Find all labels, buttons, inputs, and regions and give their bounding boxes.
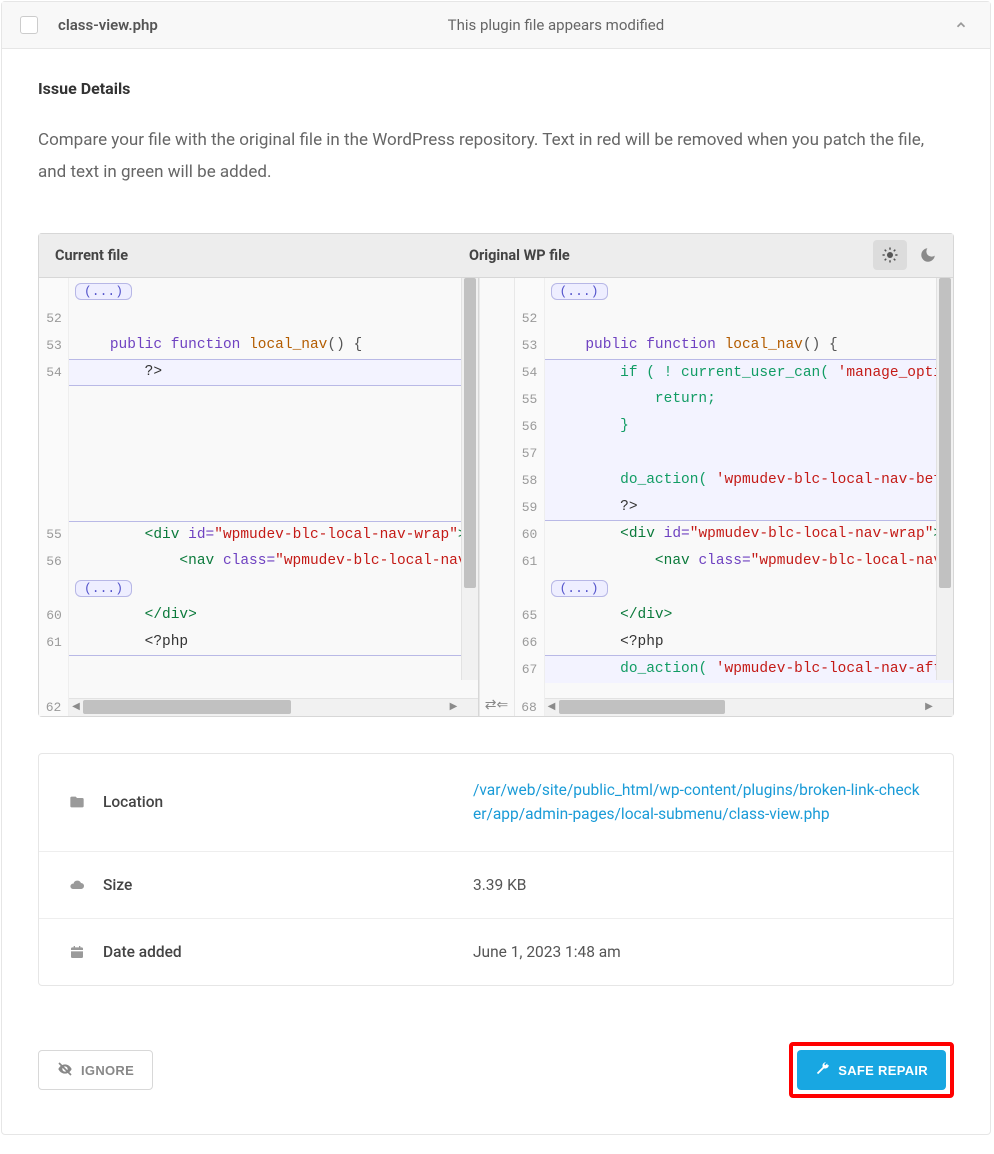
gutter-line: 59 [515,494,545,521]
scroll-left-icon[interactable]: ◀ [69,701,83,713]
vertical-scrollbar[interactable] [936,278,953,680]
safe-repair-button[interactable]: SAFE REPAIR [797,1050,946,1090]
gutter-line: 68 [515,698,545,716]
horizontal-scrollbar[interactable] [559,698,906,716]
gutter-line: 66 [515,629,545,656]
date-label: Date added [103,943,473,961]
code-token: ?> [145,364,162,380]
right-code-scroll[interactable]: (...) public function local_nav() { if (… [545,278,954,698]
modified-message: This plugin file appears modified [158,16,954,34]
scroll-left-icon[interactable]: ◀ [545,701,559,713]
gutter-line: 56 [515,413,545,440]
gutter-line: 60 [39,602,69,629]
detail-row-location: Location /var/web/site/public_html/wp-co… [39,754,953,853]
diff-left-title: Current file [55,247,128,264]
chevron-up-icon[interactable] [954,18,968,32]
gutter-line: 52 [39,305,69,332]
folder-icon [69,794,103,810]
ignore-button[interactable]: IGNORE [38,1050,153,1090]
gutter-line: 55 [515,386,545,413]
horizontal-scrollbar[interactable] [83,698,430,716]
fold-marker[interactable]: (...) [551,580,608,597]
light-theme-button[interactable] [873,240,907,270]
gutter-line: 65 [515,602,545,629]
gutter-line: 61 [39,629,69,656]
gutter-line: 60 [515,521,545,548]
wrench-icon [815,1061,830,1079]
diff-right-title: Original WP file [469,247,570,264]
issue-details-title: Issue Details [38,79,954,98]
gutter-line: 53 [39,332,69,359]
diff-sync-controls[interactable]: ⇄⇐ [479,278,515,716]
file-name: class-view.php [58,16,158,34]
fold-marker[interactable]: (...) [75,283,132,300]
dark-theme-button[interactable] [911,240,945,270]
eye-off-icon [57,1061,73,1080]
detail-row-date: Date added June 1, 2023 1:48 am [39,919,953,985]
file-details-table: Location /var/web/site/public_html/wp-co… [38,753,954,987]
diff-right-pane: 52 53 54 55 56 57 58 59 60 61 65 66 [515,278,954,716]
scroll-right-icon[interactable]: ▶ [447,701,461,713]
gutter-line: 58 [515,467,545,494]
fold-marker[interactable]: (...) [551,283,608,300]
gutter-line: 57 [515,440,545,467]
select-file-checkbox[interactable] [20,16,38,34]
size-value: 3.39 KB [473,876,923,894]
cloud-icon [69,877,103,893]
gutter-line: 54 [515,359,545,386]
diff-panel: Current file Original WP file 52 [38,233,954,717]
ignore-button-label: IGNORE [81,1063,134,1078]
gutter-line: 67 [515,656,545,683]
highlight-box: SAFE REPAIR [789,1042,954,1098]
gutter-line: 62 [39,698,69,716]
vertical-scrollbar[interactable] [461,278,478,680]
fold-marker[interactable]: (...) [75,580,132,597]
diff-left-pane: 52 53 54 55 56 60 61 (...) [39,278,479,716]
gutter-line: 55 [39,521,69,548]
left-code-scroll[interactable]: (...) public function local_nav() { ?> <… [69,278,478,698]
location-label: Location [103,793,473,811]
gutter-line: 53 [515,332,545,359]
calendar-icon [69,944,103,960]
gutter-line: 54 [39,359,69,386]
safe-repair-button-label: SAFE REPAIR [838,1063,928,1078]
location-value[interactable]: /var/web/site/public_html/wp-content/plu… [473,778,923,828]
accordion-header[interactable]: class-view.php This plugin file appears … [2,2,990,49]
gutter-line: 56 [39,548,69,575]
issue-details-description: Compare your file with the original file… [38,124,954,189]
gutter-line: 61 [515,548,545,575]
date-value: June 1, 2023 1:48 am [473,943,923,961]
scroll-right-icon[interactable]: ▶ [922,701,936,713]
size-label: Size [103,876,473,894]
detail-row-size: Size 3.39 KB [39,852,953,919]
gutter-line: 52 [515,305,545,332]
